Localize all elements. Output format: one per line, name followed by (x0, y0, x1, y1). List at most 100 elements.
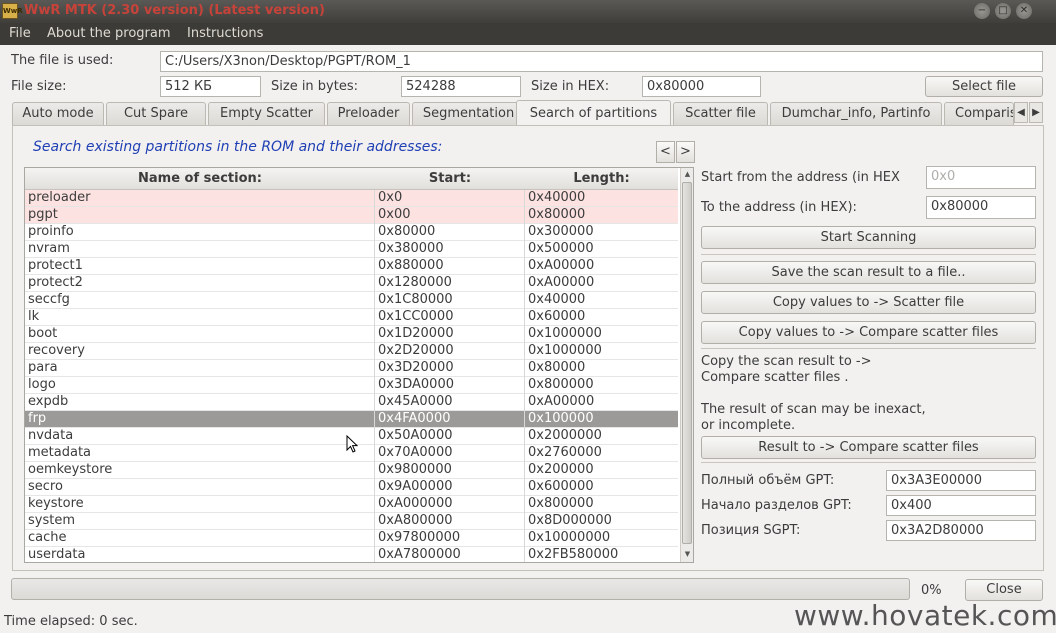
cell-name: metadata (28, 445, 92, 460)
search-heading: Search existing partitions in the ROM an… (33, 139, 443, 155)
cell-name: boot (28, 326, 58, 341)
table-row[interactable]: logo 0x3DA0000 0x800000 (25, 377, 678, 394)
menu-about[interactable]: About the program (47, 26, 171, 41)
file-path-field[interactable]: C:/Users/X3non/Desktop/PGPT/ROM_1 (160, 51, 1043, 72)
gpt-total-field[interactable]: 0x3A3E00000 (886, 470, 1036, 491)
close-window-icon[interactable]: ✕ (1016, 3, 1032, 19)
close-button[interactable]: Close (965, 579, 1043, 601)
cell-start: 0x2D20000 (378, 343, 454, 358)
cell-name: keystore (28, 496, 84, 511)
column-separator (524, 513, 525, 530)
table-row[interactable]: pgpt 0x00 0x80000 (25, 207, 678, 224)
start-scanning-button[interactable]: Start Scanning (701, 226, 1036, 249)
file-size-field[interactable]: 512 КБ (160, 76, 261, 97)
elapsed-time: Time elapsed: 0 sec. (4, 614, 138, 629)
cell-name: oemkeystore (28, 462, 113, 477)
tab-preloader[interactable]: Preloader (327, 102, 410, 125)
table-scrollbar[interactable]: ▲ ▼ (680, 168, 693, 562)
table-row[interactable]: lk 0x1CC0000 0x60000 (25, 309, 678, 326)
table-row[interactable]: proinfo 0x80000 0x300000 (25, 224, 678, 241)
tab-dumchar-info[interactable]: Dumchar_info, Partinfo (770, 102, 942, 125)
cell-start: 0x00 (378, 207, 411, 222)
column-separator (374, 377, 375, 394)
menu-instructions[interactable]: Instructions (187, 26, 263, 41)
tab-search-of-partitions[interactable]: Search of partitions (516, 100, 671, 126)
table-row[interactable]: boot 0x1D20000 0x1000000 (25, 326, 678, 343)
end-address-label: To the address (in HEX): (701, 200, 857, 215)
sgpt-field[interactable]: 0x3A2D80000 (886, 520, 1036, 541)
select-file-button[interactable]: Select file (925, 76, 1043, 97)
column-separator (374, 258, 375, 275)
tab-segmentation[interactable]: Segmentation (412, 102, 525, 125)
table-row[interactable]: userdata 0xA7800000 0x2FB580000 (25, 547, 678, 562)
table-row[interactable]: cache 0x97800000 0x10000000 (25, 530, 678, 547)
column-separator (524, 190, 525, 207)
cell-start: 0x9A00000 (378, 479, 453, 494)
size-bytes-field[interactable]: 524288 (401, 76, 521, 97)
column-separator (374, 190, 375, 207)
table-row[interactable]: protect2 0x1280000 0xA00000 (25, 275, 678, 292)
cell-start: 0x9800000 (378, 462, 452, 477)
table-row[interactable]: seccfg 0x1C80000 0x40000 (25, 292, 678, 309)
table-row[interactable]: secro 0x9A00000 0x600000 (25, 479, 678, 496)
copy-to-compare-button[interactable]: Copy values to -> Compare scatter files (701, 321, 1036, 344)
column-header-start[interactable]: Start: (375, 171, 525, 186)
cell-length: 0x100000 (528, 411, 594, 426)
tab-scroll-right-icon[interactable]: ▶ (1029, 102, 1043, 123)
file-used-label: The file is used: (11, 53, 114, 68)
gpt-start-field[interactable]: 0x400 (886, 495, 1036, 516)
column-separator (524, 275, 525, 292)
maximize-icon[interactable]: □ (995, 3, 1011, 19)
column-separator (524, 241, 525, 258)
table-row[interactable]: recovery 0x2D20000 0x1000000 (25, 343, 678, 360)
column-separator (524, 224, 525, 241)
column-separator (524, 411, 525, 428)
cell-name: logo (28, 377, 56, 392)
cell-name: lk (28, 309, 40, 324)
mouse-pointer-icon (346, 435, 358, 453)
tab-bar: Auto mode Cut Spare Empty Scatter Preloa… (12, 100, 1044, 126)
tab-auto-mode[interactable]: Auto mode (12, 102, 104, 125)
table-row[interactable]: expdb 0x45A0000 0xA00000 (25, 394, 678, 411)
column-separator (374, 292, 375, 309)
cell-length: 0x800000 (528, 377, 594, 392)
scroll-up-icon[interactable]: ▲ (682, 169, 693, 180)
menu-file[interactable]: File (9, 26, 31, 41)
end-address-field[interactable]: 0x80000 (926, 196, 1036, 219)
menu-bar: File About the program Instructions (0, 23, 1056, 45)
column-header-name[interactable]: Name of section: (25, 171, 375, 186)
copy-to-scatter-button[interactable]: Copy values to -> Scatter file (701, 291, 1036, 314)
minimize-icon[interactable]: − (974, 3, 990, 19)
cell-length: 0xA00000 (528, 275, 595, 290)
save-scan-button[interactable]: Save the scan result to a file.. (701, 261, 1036, 284)
scroll-down-icon[interactable]: ▼ (682, 549, 693, 560)
column-separator (524, 377, 525, 394)
tab-empty-scatter[interactable]: Empty Scatter (208, 102, 325, 125)
table-row[interactable]: keystore 0xA000000 0x800000 (25, 496, 678, 513)
table-row[interactable]: nvram 0x380000 0x500000 (25, 241, 678, 258)
size-hex-field[interactable]: 0x80000 (642, 76, 761, 97)
table-row[interactable]: frp 0x4FA0000 0x100000 (25, 411, 678, 428)
tab-scatter-file[interactable]: Scatter file (673, 102, 768, 125)
start-address-field[interactable]: 0x0 (926, 166, 1036, 189)
window-titlebar: WwR WwR MTK (2.30 version) (Latest versi… (0, 0, 1056, 23)
divider (701, 462, 1036, 463)
table-row[interactable]: oemkeystore 0x9800000 0x200000 (25, 462, 678, 479)
table-row[interactable]: para 0x3D20000 0x80000 (25, 360, 678, 377)
tab-cut-spare[interactable]: Cut Spare (106, 102, 206, 125)
window-title: WwR MTK (2.30 version) (Latest version) (24, 3, 325, 18)
tab-comparison[interactable]: Comparis (944, 102, 1014, 125)
file-size-label: File size: (11, 79, 67, 94)
cell-name: seccfg (28, 292, 70, 307)
prev-button[interactable]: < (656, 141, 675, 163)
watermark: www.hovatek.com (794, 599, 1056, 632)
next-button[interactable]: > (676, 141, 695, 163)
scrollbar-thumb[interactable] (682, 182, 692, 544)
table-row[interactable]: system 0xA800000 0x8D000000 (25, 513, 678, 530)
cell-length: 0xA00000 (528, 394, 595, 409)
result-to-compare-button[interactable]: Result to -> Compare scatter files (701, 436, 1036, 459)
tab-scroll-left-icon[interactable]: ◀ (1014, 102, 1028, 123)
column-header-length[interactable]: Length: (525, 171, 678, 186)
table-row[interactable]: preloader 0x0 0x40000 (25, 190, 678, 207)
table-row[interactable]: protect1 0x880000 0xA00000 (25, 258, 678, 275)
